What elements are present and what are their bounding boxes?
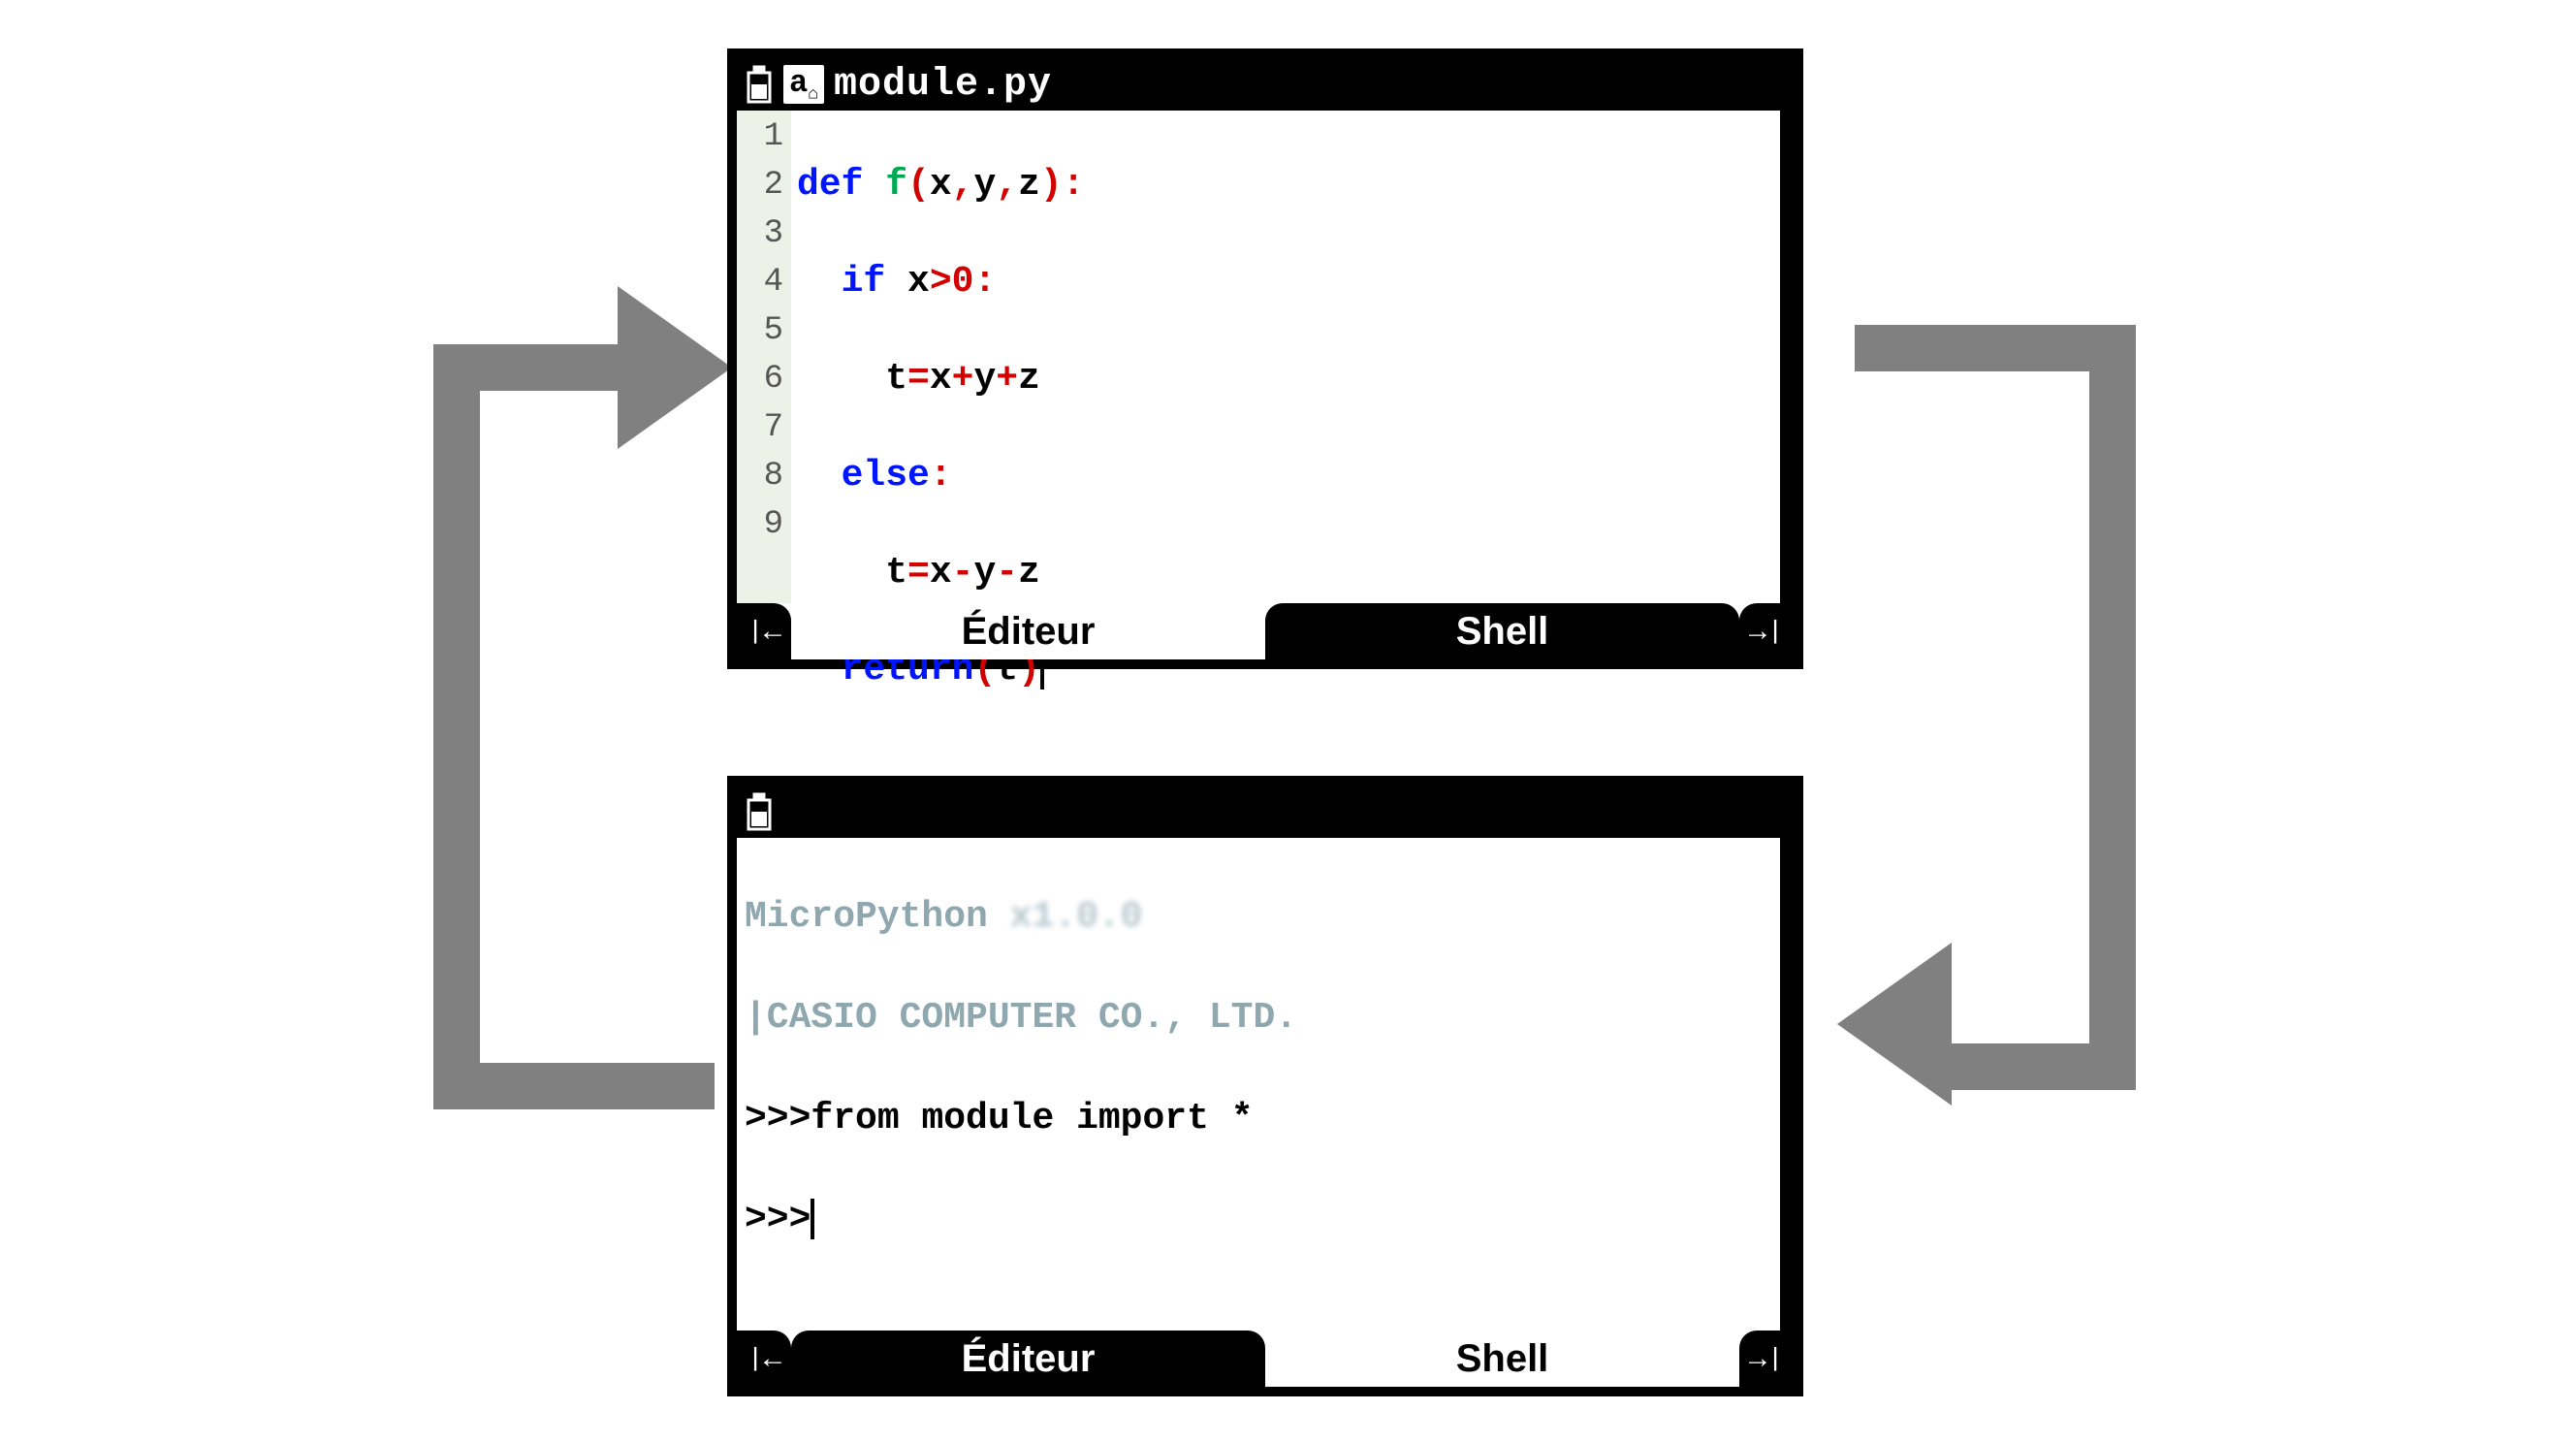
- arrow-shell-to-editor-icon: [414, 278, 732, 1109]
- line-number: 9: [737, 500, 783, 549]
- code-line: if x>0:: [797, 258, 1774, 306]
- line-number: 4: [737, 258, 783, 306]
- shell-scrollbar[interactable]: [1780, 838, 1794, 1331]
- code-editor[interactable]: def f(x,y,z): if x>0: t=x+y+z else: t=x-…: [791, 111, 1780, 603]
- line-number: 1: [737, 112, 783, 161]
- nav-next-button[interactable]: →❘: [1739, 1331, 1794, 1387]
- arrow-last-icon: →❘: [1749, 614, 1784, 650]
- line-number: 5: [737, 306, 783, 355]
- line-number-gutter: 1 2 3 4 5 6 7 8 9: [737, 111, 791, 603]
- nav-prev-button[interactable]: ❘←: [737, 603, 791, 659]
- editor-scrollbar[interactable]: [1780, 111, 1794, 603]
- shell-header-line: MicroPython x1.0.0: [745, 892, 1772, 943]
- nav-prev-button[interactable]: ❘←: [737, 1331, 791, 1387]
- editor-titlebar: a⌂ module.py: [737, 58, 1794, 111]
- tab-editor[interactable]: Éditeur: [791, 1331, 1265, 1387]
- editor-filename: module.py: [834, 63, 1052, 107]
- shell-tabbar: ❘← Éditeur Shell →❘: [737, 1331, 1794, 1387]
- shell-output[interactable]: MicroPython x1.0.0 |CASIO COMPUTER CO., …: [737, 838, 1780, 1331]
- shell-line: >>>from module import *: [745, 1094, 1772, 1144]
- editor-body: 1 2 3 4 5 6 7 8 9 def f(x,y,z): if x>0: …: [737, 111, 1794, 603]
- shell-line: >>>: [745, 1195, 1772, 1245]
- shell-screen: MicroPython x1.0.0 |CASIO COMPUTER CO., …: [727, 776, 1803, 1396]
- arrow-last-icon: →❘: [1749, 1341, 1784, 1377]
- tab-shell[interactable]: Shell: [1265, 603, 1739, 659]
- shell-header-line: |CASIO COMPUTER CO., LTD.: [745, 993, 1772, 1043]
- code-line: t=x-y-z: [797, 549, 1774, 597]
- alpha-mode-icon: a⌂: [783, 65, 824, 104]
- code-line: def f(x,y,z):: [797, 161, 1774, 209]
- line-number: 8: [737, 452, 783, 500]
- line-number: 2: [737, 161, 783, 209]
- arrow-first-icon: ❘←: [747, 614, 781, 650]
- shell-titlebar: [737, 786, 1794, 838]
- code-line: else:: [797, 452, 1774, 500]
- editor-tabbar: ❘← Éditeur Shell →❘: [737, 603, 1794, 659]
- alpha-badge-text: a: [789, 65, 808, 101]
- battery-icon: [745, 65, 774, 104]
- arrow-first-icon: ❘←: [747, 1341, 781, 1377]
- nav-next-button[interactable]: →❘: [1739, 603, 1794, 659]
- editor-screen: a⌂ module.py 1 2 3 4 5 6 7 8 9 def f(x,y…: [727, 48, 1803, 669]
- arrow-editor-to-shell-icon: [1837, 278, 2155, 1109]
- tab-editor[interactable]: Éditeur: [791, 603, 1265, 659]
- battery-icon: [745, 792, 774, 831]
- shell-body: MicroPython x1.0.0 |CASIO COMPUTER CO., …: [737, 838, 1794, 1331]
- line-number: 6: [737, 355, 783, 403]
- code-line: t=x+y+z: [797, 355, 1774, 403]
- text-cursor-icon: [811, 1199, 814, 1239]
- tab-shell[interactable]: Shell: [1265, 1331, 1739, 1387]
- line-number: 3: [737, 209, 783, 258]
- line-number: 7: [737, 403, 783, 452]
